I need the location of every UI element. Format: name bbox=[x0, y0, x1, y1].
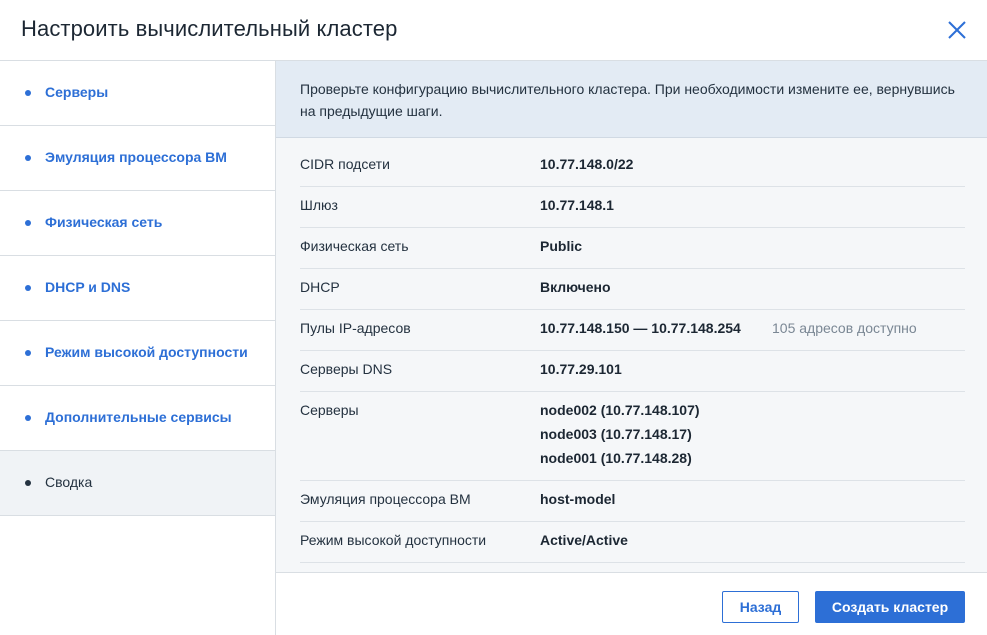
summary-key: CIDR подсети bbox=[300, 156, 390, 172]
summary-value: 10.77.148.150 — 10.77.148.254 bbox=[540, 320, 741, 336]
close-icon[interactable] bbox=[945, 18, 969, 42]
step-label: Эмуляция процессора ВМ bbox=[45, 149, 227, 165]
dialog-footer: Назад Создать кластер bbox=[276, 572, 987, 635]
summary-panel: Проверьте конфигурацию вычислительного к… bbox=[276, 61, 987, 635]
dialog-title: Настроить вычислительный кластер bbox=[21, 16, 398, 41]
available-count-note: 105 адресов доступно bbox=[772, 320, 917, 336]
step-bullet-icon bbox=[25, 480, 31, 486]
summary-key: Физическая сеть bbox=[300, 238, 409, 254]
summary-row-ha-mode: Режим высокой доступности Active/Active bbox=[300, 528, 965, 563]
summary-row-dns: Серверы DNS 10.77.29.101 bbox=[300, 357, 965, 392]
summary-row-cpu-emulation: Эмуляция процессора ВМ host-model bbox=[300, 487, 965, 522]
step-label: Режим высокой доступности bbox=[45, 344, 248, 360]
step-ha-mode[interactable]: Режим высокой доступности bbox=[0, 321, 275, 386]
summary-key: Серверы bbox=[300, 402, 359, 418]
step-bullet-icon bbox=[25, 285, 31, 291]
summary-value: 10.77.148.0/22 bbox=[540, 156, 634, 172]
summary-key: Серверы DNS bbox=[300, 361, 393, 377]
step-bullet-icon bbox=[25, 90, 31, 96]
step-dhcp-dns[interactable]: DHCP и DNS bbox=[0, 256, 275, 321]
step-label: DHCP и DNS bbox=[45, 279, 131, 295]
step-label: Физическая сеть bbox=[45, 214, 163, 230]
summary-key: Эмуляция процессора ВМ bbox=[300, 491, 471, 507]
back-button[interactable]: Назад bbox=[722, 591, 799, 623]
summary-value: 10.77.29.101 bbox=[540, 361, 622, 377]
create-cluster-button[interactable]: Создать кластер bbox=[815, 591, 965, 623]
step-bullet-icon bbox=[25, 220, 31, 226]
step-bullet-icon bbox=[25, 350, 31, 356]
summary-key: Шлюз bbox=[300, 197, 338, 213]
summary-value: Public bbox=[540, 238, 583, 254]
step-physical-network[interactable]: Физическая сеть bbox=[0, 191, 275, 256]
dialog-header: Настроить вычислительный кластер bbox=[0, 0, 987, 61]
step-additional-services[interactable]: Дополнительные сервисы bbox=[0, 386, 275, 451]
step-label: Дополнительные сервисы bbox=[45, 409, 232, 425]
configure-cluster-dialog: Настроить вычислительный кластер Серверы… bbox=[0, 0, 987, 635]
summary-row-ip-pools: Пулы IP-адресов 10.77.148.150 — 10.77.14… bbox=[300, 316, 965, 351]
summary-key: DHCP bbox=[300, 279, 340, 295]
step-cpu-emulation[interactable]: Эмуляция процессора ВМ bbox=[0, 126, 275, 191]
step-bullet-icon bbox=[25, 415, 31, 421]
summary-row-dhcp: DHCP Включено bbox=[300, 275, 965, 310]
wizard-steps-sidebar: Серверы Эмуляция процессора ВМ Физическа… bbox=[0, 61, 276, 635]
summary-value: Active/Active bbox=[540, 532, 628, 548]
server-entry: node001 (10.77.148.28) bbox=[540, 450, 692, 466]
summary-row-gateway: Шлюз 10.77.148.1 bbox=[300, 193, 965, 228]
summary-key: Режим высокой доступности bbox=[300, 532, 487, 548]
step-servers[interactable]: Серверы bbox=[0, 61, 275, 126]
server-entry: node003 (10.77.148.17) bbox=[540, 426, 692, 442]
summary-row-servers: Серверы node002 (10.77.148.107) node003 … bbox=[300, 398, 965, 481]
summary-value: host-model bbox=[540, 491, 616, 507]
summary-row-cidr: CIDR подсети 10.77.148.0/22 bbox=[300, 152, 965, 187]
step-label: Сводка bbox=[45, 474, 93, 490]
server-entry: node002 (10.77.148.107) bbox=[540, 402, 700, 418]
summary-value: 10.77.148.1 bbox=[540, 197, 614, 213]
info-banner: Проверьте конфигурацию вычислительного к… bbox=[276, 61, 987, 138]
summary-list: CIDR подсети 10.77.148.0/22 Шлюз 10.77.1… bbox=[276, 138, 987, 572]
step-bullet-icon bbox=[25, 155, 31, 161]
summary-key: Пулы IP-адресов bbox=[300, 320, 411, 336]
summary-value: Включено bbox=[540, 279, 611, 295]
step-label: Серверы bbox=[45, 84, 109, 100]
summary-row-physical-network: Физическая сеть Public bbox=[300, 234, 965, 269]
step-summary[interactable]: Сводка bbox=[0, 451, 275, 516]
